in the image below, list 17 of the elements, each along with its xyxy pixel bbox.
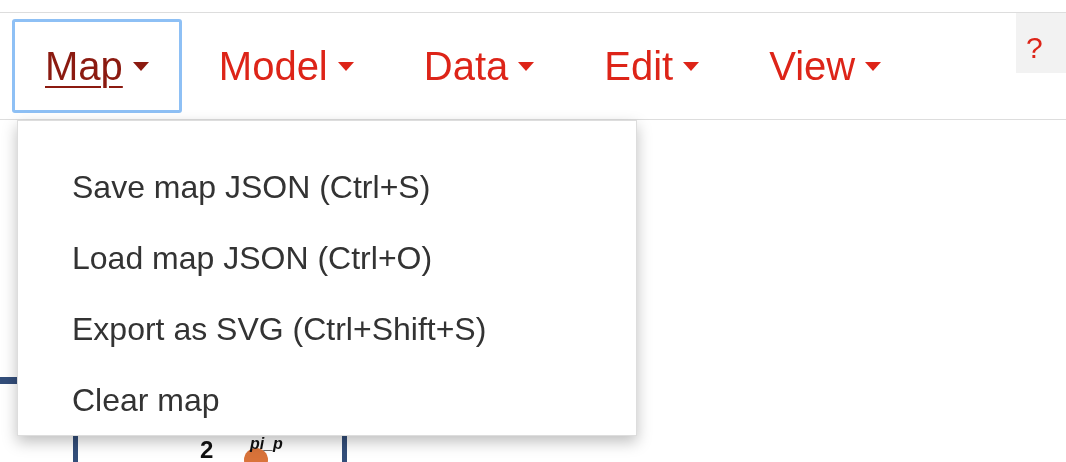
menu-item[interactable]: Load map JSON (Ctrl+O) [18, 222, 636, 293]
menu-button[interactable]: Edit [571, 19, 733, 113]
caret-icon [132, 61, 149, 71]
metabolite-label: pi_p [250, 436, 283, 452]
caret-icon [518, 61, 535, 71]
help-button[interactable]: ? [1016, 13, 1066, 73]
menu-button[interactable]: Model [185, 19, 387, 113]
menu-item[interactable]: Save map JSON (Ctrl+S) [18, 151, 636, 222]
menu-button[interactable]: Map [12, 19, 182, 113]
caret-icon [683, 61, 700, 71]
menu-item[interactable]: Export as SVG (Ctrl+Shift+S) [18, 293, 636, 364]
menu-button[interactable]: Data [390, 19, 568, 113]
menu-item[interactable]: Clear map [18, 364, 636, 435]
menu-button[interactable]: View [736, 19, 915, 113]
caret-icon [865, 61, 882, 71]
caret-icon [337, 61, 354, 71]
coefficient-label: 2 [200, 438, 214, 462]
